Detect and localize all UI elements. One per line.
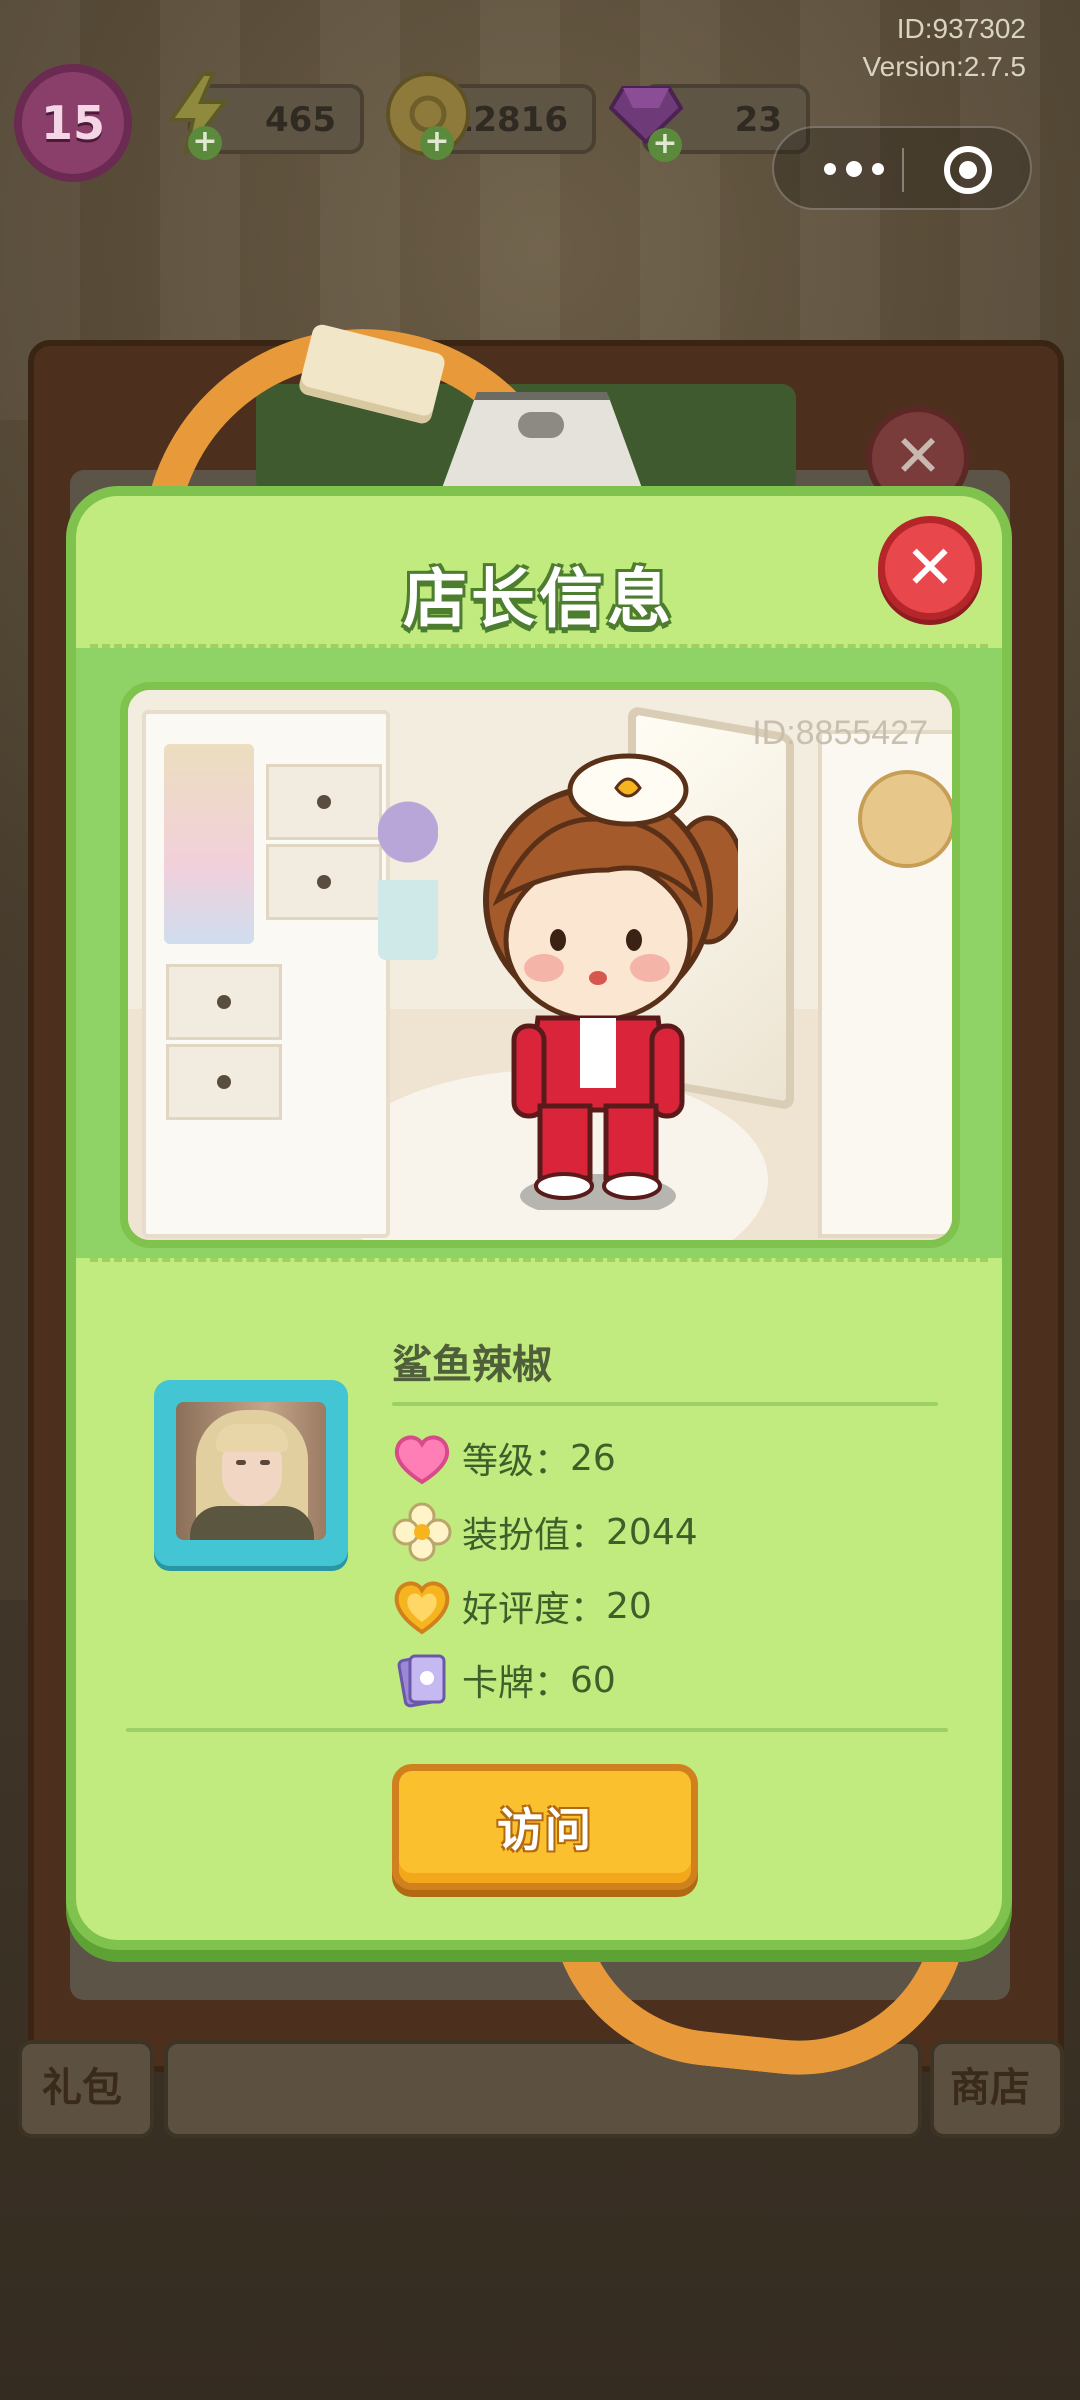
drawer: [266, 844, 382, 920]
owner-character: [483, 753, 738, 1210]
owner-name: 鲨鱼辣椒: [392, 1342, 552, 1388]
gems-value: 23: [734, 100, 782, 140]
flower-icon: [392, 1502, 452, 1562]
visit-button-label: 访问: [497, 1803, 593, 1857]
wardrobe: [142, 710, 390, 1238]
stat-dress-value-number: 2044: [606, 1511, 698, 1553]
stat-cards-value: 60: [570, 1659, 616, 1701]
golden-heart-icon: [392, 1576, 452, 1636]
drawer: [266, 764, 382, 840]
add-energy-button[interactable]: +: [188, 126, 222, 160]
showcase-divider: [90, 1258, 988, 1262]
dressing-room-showcase: ID:8855427: [120, 682, 960, 1248]
energy-value: 465: [265, 100, 336, 140]
stat-cards-label: 卡牌：: [462, 1663, 571, 1704]
flower-vase: [378, 800, 438, 960]
hanging-clothes: [164, 744, 254, 944]
name-divider: [392, 1402, 938, 1406]
background-tab-left-label: 礼包: [42, 2065, 122, 2111]
showcase-owner-id: ID:8855427: [752, 714, 928, 752]
hud-info: ID:937302 Version:2.7.5: [863, 10, 1026, 86]
drawer: [166, 1044, 282, 1120]
add-coins-button[interactable]: +: [420, 126, 454, 160]
miniprogram-capsule: [772, 126, 1032, 210]
stat-dress-label: 装扮值：: [462, 1515, 607, 1556]
hanger-hole: [518, 412, 564, 438]
level-value: 15: [40, 96, 105, 150]
background-tab-right-label: 商店: [950, 2065, 1030, 2111]
exit-miniprogram-icon[interactable]: [944, 146, 992, 194]
stat-level: 等级： 26: [392, 1428, 616, 1488]
avatar-frame: [154, 1380, 348, 1566]
stat-cards: 卡牌： 60: [392, 1650, 616, 1710]
more-menu-icon[interactable]: [810, 148, 900, 188]
add-gems-button[interactable]: +: [648, 128, 682, 162]
stat-rating-value: 20: [606, 1585, 652, 1627]
stat-dress-value: 装扮值： 2044: [392, 1502, 698, 1562]
close-icon: ✕: [904, 533, 956, 603]
stat-rating: 好评度： 20: [392, 1576, 652, 1636]
card-icon: [392, 1650, 452, 1710]
visit-button[interactable]: 访问: [392, 1764, 698, 1890]
drawer: [166, 964, 282, 1040]
dialog-title: 店长信息: [403, 563, 675, 637]
close-button[interactable]: ✕: [878, 516, 982, 620]
shop-owner-info-dialog: 店长信息 ID:8855427 鲨鱼辣椒 等级： 26 装扮值： 2044 好评…: [66, 486, 1012, 1950]
level-badge[interactable]: 15: [14, 64, 132, 182]
stat-rating-label: 好评度：: [462, 1589, 607, 1630]
avatar: [176, 1402, 326, 1540]
stats-divider: [126, 1728, 948, 1732]
straw-hat: [858, 770, 952, 868]
player-id: ID:937302: [896, 13, 1026, 44]
capsule-divider: [902, 148, 904, 192]
stat-level-value: 26: [570, 1437, 616, 1479]
heart-icon: [392, 1428, 452, 1488]
version-label: Version:2.7.5: [862, 51, 1026, 82]
stat-level-label: 等级：: [462, 1441, 571, 1482]
